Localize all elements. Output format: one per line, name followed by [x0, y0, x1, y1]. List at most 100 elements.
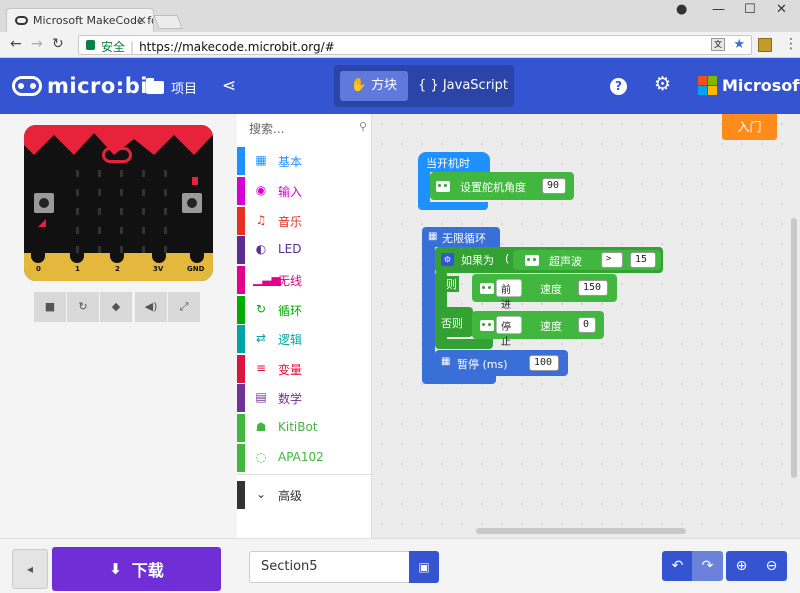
microbit-favicon-icon: [15, 16, 28, 25]
category-apa102[interactable]: ◌ APA102: [237, 444, 372, 472]
microbit-logo[interactable]: micro:bit: [12, 74, 158, 98]
stop-dropdown[interactable]: 停止: [496, 316, 522, 348]
share-icon[interactable]: ⋖: [222, 76, 236, 96]
servo-value-input[interactable]: 90: [542, 178, 566, 194]
category-advanced[interactable]: ⌄ 高级: [237, 481, 372, 509]
category-logic[interactable]: ⇄ 逻辑: [237, 325, 372, 353]
forward-block[interactable]: 前进 速度 150: [472, 274, 617, 311]
category-label: 变量: [278, 363, 303, 377]
projects-button[interactable]: 项目: [146, 78, 197, 97]
category-variables[interactable]: ≡ 变量: [237, 355, 372, 383]
app-window: Microsoft MakeCode fo × ● — ☐ ✕ ← → ↻ 安全…: [0, 0, 800, 593]
simulator-controls: ■ ↻ ◆ ◀) ⤢: [34, 292, 200, 322]
logo-text: micro:bit: [47, 74, 159, 98]
redo-button[interactable]: ↷: [692, 551, 723, 581]
getting-started-button[interactable]: 入门: [722, 114, 777, 140]
category-kitibot[interactable]: ☗ KitiBot: [237, 414, 372, 442]
mute-icon[interactable]: ◀): [135, 292, 167, 322]
pin-2-label[interactable]: 2: [115, 265, 120, 273]
zoom-out-button[interactable]: ⊖: [756, 551, 787, 581]
on-start-block[interactable]: 当开机时: [418, 152, 490, 172]
stop-speed-input[interactable]: 0: [578, 317, 596, 333]
category-math[interactable]: ▤ 数学: [237, 384, 372, 412]
toggle-icon: ◐: [255, 242, 267, 256]
fullscreen-icon[interactable]: ⤢: [168, 292, 200, 322]
category-loops[interactable]: ↻ 循环: [237, 296, 372, 324]
reload-icon[interactable]: ↻: [52, 36, 64, 52]
profile-icon[interactable]: ●: [676, 2, 687, 17]
stop-icon[interactable]: ■: [34, 292, 66, 322]
undo-button[interactable]: ↶: [662, 551, 693, 581]
javascript-tab[interactable]: { } JavaScript: [418, 71, 508, 101]
slowmo-icon[interactable]: ◆: [100, 292, 132, 322]
download-icon: ⬇: [109, 560, 122, 578]
settings-gear-icon[interactable]: ⚙: [654, 73, 671, 95]
restart-icon[interactable]: ↻: [67, 292, 99, 322]
pin-1-label[interactable]: 1: [75, 265, 80, 273]
compare-block[interactable]: 超声波 > 15: [513, 250, 661, 270]
pin-0-label[interactable]: 0: [36, 265, 41, 273]
new-tab-button[interactable]: [153, 15, 183, 29]
lock-icon: [86, 40, 95, 50]
direction-dropdown[interactable]: 前进: [496, 279, 522, 311]
stop-block[interactable]: 停止 速度 0: [472, 311, 604, 348]
compare-value-input[interactable]: 15: [630, 252, 656, 268]
robot-icon: ☗: [255, 420, 267, 434]
forward-icon[interactable]: →: [31, 36, 43, 52]
kitibot-icon: [480, 320, 494, 331]
grid-icon: ▦: [441, 356, 451, 367]
category-music[interactable]: ♫ 音乐: [237, 207, 372, 235]
servo-label: 设置舵机角度: [460, 181, 526, 194]
zoom-in-button[interactable]: ⊕: [726, 551, 757, 581]
horizontal-scrollbar[interactable]: [476, 528, 686, 534]
button-a[interactable]: [34, 193, 54, 213]
category-radio[interactable]: ▁▃▅ 无线: [237, 266, 372, 294]
else-row: 否则: [435, 307, 473, 337]
pin-b-marker-icon: [192, 177, 198, 185]
save-button[interactable]: ▣: [409, 551, 439, 583]
search-input[interactable]: 搜索... ⚲: [249, 120, 367, 136]
if-block[interactable]: ⚙ 如果为 ( 超声波 > 15: [435, 247, 663, 273]
forever-label: 无限循环: [442, 232, 486, 245]
download-button[interactable]: ⬇ 下载: [52, 547, 221, 591]
set-servo-block[interactable]: 设置舵机角度 90: [430, 172, 574, 200]
javascript-tab-label: JavaScript: [442, 78, 508, 93]
browser-tab[interactable]: Microsoft MakeCode fo ×: [6, 8, 154, 32]
kitibot-icon: [525, 255, 539, 266]
category-input[interactable]: ◉ 输入: [237, 177, 372, 205]
browser-menu-icon[interactable]: ⋮: [784, 36, 798, 52]
back-icon[interactable]: ←: [10, 36, 22, 52]
search-icon[interactable]: ⚲: [359, 120, 367, 133]
pause-block[interactable]: ▦ 暂停 (ms) 100: [435, 350, 568, 376]
blocks-tab[interactable]: ✋ 方块: [340, 71, 408, 101]
microbit-board: 0 1 2 3V GND: [24, 125, 213, 281]
list-icon: ≡: [255, 361, 267, 375]
maximize-icon[interactable]: ☐: [744, 2, 756, 17]
operator-dropdown[interactable]: >: [601, 252, 623, 268]
project-name-input[interactable]: Section5: [249, 551, 409, 583]
url-input[interactable]: 安全 | https://makecode.microbit.org/# 文 ★: [78, 35, 752, 55]
pause-value-input[interactable]: 100: [529, 355, 559, 371]
category-led[interactable]: ◐ LED: [237, 236, 372, 264]
save-disk-icon: ▣: [418, 560, 430, 574]
calculator-icon: ▤: [255, 390, 267, 404]
vertical-scrollbar[interactable]: [791, 218, 797, 478]
extension-icon[interactable]: [758, 38, 772, 52]
forward-speed-input[interactable]: 150: [578, 280, 608, 296]
microsoft-logo[interactable]: Microsoft: [698, 76, 800, 95]
category-label: APA102: [278, 450, 324, 464]
blocks-workspace[interactable]: 入门 当开机时 设置舵机角度 90 ▦ 无限循环 ⚙ 如果为 ( 超声波 > 1…: [372, 114, 800, 538]
minimize-icon[interactable]: —: [712, 2, 725, 17]
close-window-icon[interactable]: ✕: [776, 2, 787, 17]
help-icon[interactable]: ?: [610, 78, 627, 95]
close-tab-icon[interactable]: ×: [137, 13, 147, 27]
gear-icon[interactable]: ⚙: [441, 253, 454, 266]
category-basic[interactable]: ▦ 基本: [237, 147, 372, 175]
button-b[interactable]: [182, 193, 202, 213]
translate-icon[interactable]: 文: [711, 38, 725, 51]
forever-block[interactable]: ▦ 无限循环: [422, 227, 500, 247]
speed-label: 速度: [540, 283, 562, 296]
bookmark-star-icon[interactable]: ★: [733, 37, 745, 52]
category-label: LED: [278, 242, 302, 256]
collapse-simulator-button[interactable]: ◂: [12, 549, 48, 589]
